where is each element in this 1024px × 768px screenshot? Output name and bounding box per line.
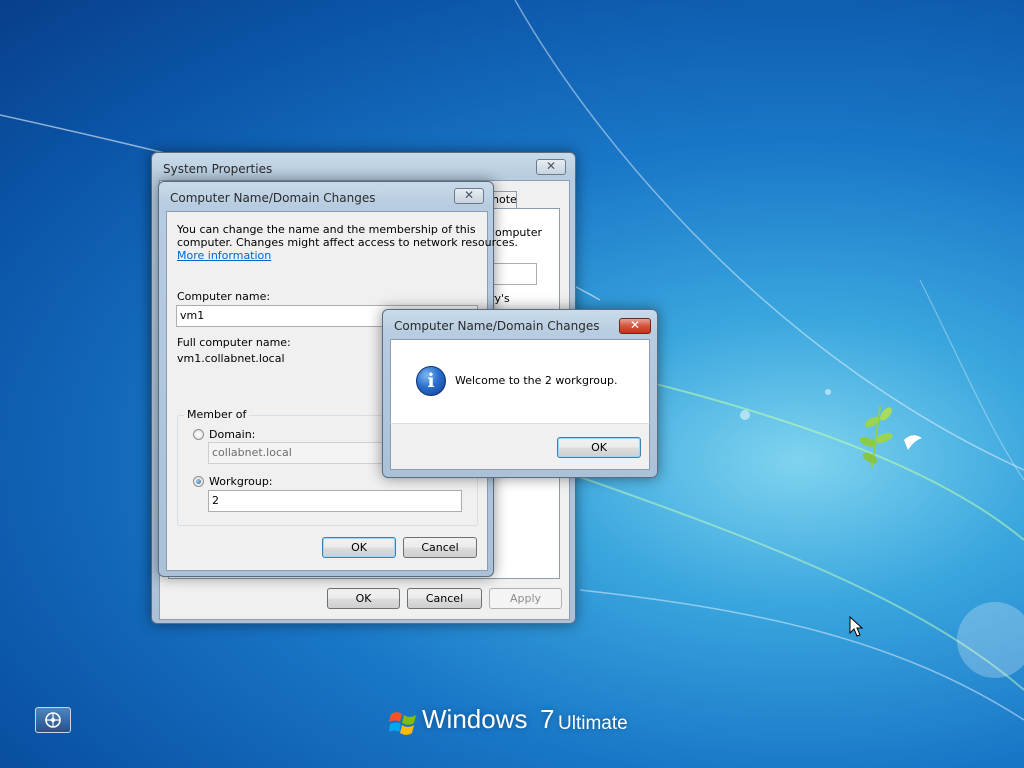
system-properties-titlebar[interactable]: System Properties ✕ bbox=[152, 153, 575, 181]
domain-changes-close-button[interactable]: ✕ bbox=[454, 188, 484, 204]
workgroup-input[interactable]: 2 bbox=[208, 490, 462, 512]
full-computer-name-label: Full computer name: bbox=[177, 336, 291, 349]
close-icon: ✕ bbox=[629, 318, 641, 332]
domain-changes-ok-button[interactable]: OK bbox=[322, 537, 396, 558]
system-properties-ok-button[interactable]: OK bbox=[327, 588, 400, 609]
ease-of-access-icon bbox=[45, 712, 61, 728]
system-properties-close-button[interactable]: ✕ bbox=[536, 159, 566, 175]
welcome-dialog-close-button[interactable]: ✕ bbox=[619, 318, 651, 334]
ease-of-access-button[interactable] bbox=[35, 707, 71, 733]
logo-windows-text: Windows bbox=[422, 704, 528, 734]
mouse-cursor-icon bbox=[849, 616, 864, 637]
logo-edition-text: Ultimate bbox=[558, 713, 628, 734]
computer-description-field[interactable] bbox=[487, 263, 537, 285]
welcome-dialog-titlebar[interactable]: Computer Name/Domain Changes ✕ bbox=[383, 310, 657, 338]
full-computer-name-value: vm1.collabnet.local bbox=[177, 352, 285, 365]
welcome-dialog-ok-button[interactable]: OK bbox=[557, 437, 641, 458]
domain-changes-titlebar[interactable]: Computer Name/Domain Changes ✕ bbox=[159, 182, 493, 210]
logo-version-text: 7 bbox=[540, 704, 555, 734]
wallpaper-plant-icon bbox=[859, 405, 922, 469]
description-line-2: computer. Changes might affect access to… bbox=[177, 236, 518, 249]
close-icon: ✕ bbox=[463, 188, 475, 202]
tab-remote-label: note bbox=[492, 193, 517, 206]
computer-name-label: Computer name: bbox=[177, 290, 271, 303]
more-information-link[interactable]: More information bbox=[177, 249, 271, 262]
system-properties-apply-button: Apply bbox=[489, 588, 562, 609]
welcome-dialog-title: Computer Name/Domain Changes bbox=[394, 319, 600, 333]
welcome-message: Welcome to the 2 workgroup. bbox=[455, 374, 618, 387]
member-of-label: Member of bbox=[184, 408, 250, 421]
welcome-dialog: Computer Name/Domain Changes ✕ i Welcome… bbox=[382, 309, 658, 478]
windows-flag-logo-icon bbox=[389, 712, 416, 735]
domain-radio[interactable] bbox=[193, 429, 204, 440]
workgroup-radio[interactable] bbox=[193, 476, 204, 487]
domain-changes-title: Computer Name/Domain Changes bbox=[170, 191, 376, 205]
close-icon: ✕ bbox=[545, 159, 557, 173]
information-icon: i bbox=[416, 366, 446, 396]
system-properties-title: System Properties bbox=[163, 162, 273, 176]
workgroup-radio-label[interactable]: Workgroup: bbox=[209, 475, 273, 488]
domain-changes-cancel-button[interactable]: Cancel bbox=[403, 537, 477, 558]
system-properties-cancel-button[interactable]: Cancel bbox=[407, 588, 482, 609]
description-line-1: You can change the name and the membersh… bbox=[177, 223, 476, 236]
domain-radio-label[interactable]: Domain: bbox=[209, 428, 255, 441]
